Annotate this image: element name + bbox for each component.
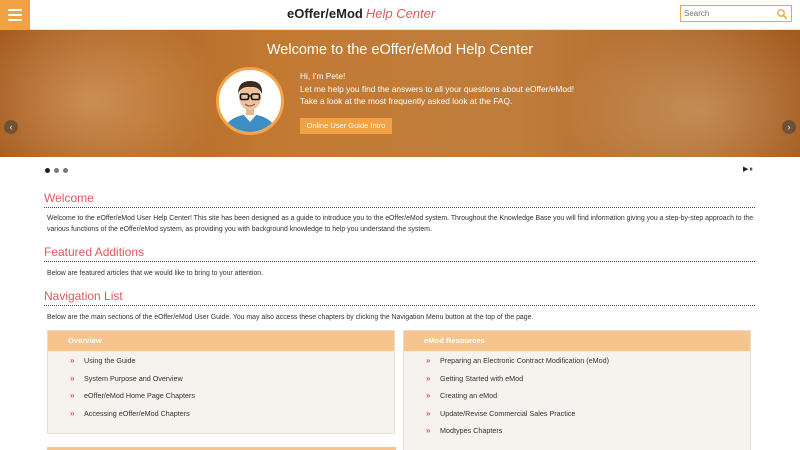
chevron-left-icon: ‹ (9, 122, 13, 132)
bullet-icon: » (426, 408, 431, 418)
featured-text: Below are featured articles that we woul… (47, 270, 264, 277)
list-item[interactable]: » Update/Revise Commercial Sales Practice (404, 405, 750, 423)
emod-resources-list: » Preparing an Electronic Contract Modifi… (404, 351, 750, 440)
bullet-icon: » (70, 373, 75, 383)
bullet-icon: » (70, 408, 75, 418)
list-item[interactable]: » Modtypes Chapters (404, 422, 750, 440)
pete-avatar-image (219, 70, 281, 132)
search-icon[interactable] (776, 8, 788, 20)
carousel-dot-1[interactable] (45, 168, 50, 173)
overview-list: » Using the Guide » System Purpose and Ove… (48, 351, 394, 422)
menu-icon (8, 9, 22, 11)
navigation-text: Below are the main sections of the eOffe… (47, 314, 534, 321)
bullet-icon: » (426, 391, 431, 400)
bullet-icon: » (426, 356, 431, 365)
logo-main: eOffer/eMod (287, 6, 363, 21)
carousel-dot-3[interactable] (63, 168, 68, 173)
carousel-dots (45, 168, 68, 173)
list-item[interactable]: » Using the Guide (48, 352, 394, 370)
menu-button[interactable] (0, 0, 30, 30)
carousel-dot-2[interactable] (54, 168, 59, 173)
navigation-divider (44, 305, 755, 306)
featured-divider (44, 261, 755, 262)
welcome-text: Welcome to the eOffer/eMod User Help Cen… (47, 215, 754, 233)
search-box (680, 5, 792, 22)
emod-resources-panel: eMod Resources » Preparing an Electronic … (403, 330, 751, 450)
site-logo[interactable]: eOffer/eMod Help Center (287, 6, 435, 21)
list-item[interactable]: » Preparing an Electronic Contract Modifi… (404, 352, 750, 370)
bullet-icon: » (426, 373, 431, 383)
overview-panel-title[interactable]: Overview (48, 331, 394, 351)
header: eOffer/eMod Help Center (0, 0, 800, 30)
pete-line-1: Let me help you find the answers to all … (300, 83, 575, 94)
bullet-icon: » (70, 391, 75, 400)
list-item[interactable]: » Accessing eOffer/eMod Chapters (48, 405, 394, 423)
welcome-heading: Welcome (44, 191, 94, 205)
list-item[interactable]: » System Purpose and Overview (48, 370, 394, 388)
bullet-icon: » (426, 426, 431, 435)
hero-banner: Welcome to the eOffer/eMod Help Center H… (0, 30, 800, 157)
search-input[interactable] (684, 7, 774, 20)
chevron-right-icon: › (787, 122, 791, 132)
list-item[interactable]: » eOffer/eMod Home Page Chapters (48, 387, 394, 405)
list-item[interactable]: » Getting Started with eMod (404, 370, 750, 388)
bullet-icon: » (70, 356, 75, 365)
banner-title: Welcome to the eOffer/eMod Help Center (266, 42, 534, 58)
online-user-guide-intro-button[interactable]: Online User Guide Intro (300, 118, 392, 134)
navigation-heading: Navigation List (44, 289, 123, 303)
logo-sub: Help Center (365, 6, 436, 21)
featured-heading: Featured Additions (44, 245, 145, 259)
pete-message: Hi, I'm Pete! Let me help you find the a… (300, 70, 574, 108)
overview-panel: Overview » Using the Guide » System Purpos… (47, 330, 395, 434)
play-pause-icon[interactable]: ▶⏸ (743, 165, 754, 174)
pete-line-2: Take a look at the most frequently asked… (300, 96, 513, 106)
carousel-prev-button[interactable]: ‹ (4, 120, 18, 134)
avatar (216, 67, 284, 135)
emod-resources-panel-title[interactable]: eMod Resources (404, 331, 750, 351)
list-item[interactable]: » Creating an eMod (404, 387, 750, 405)
welcome-divider (44, 207, 755, 208)
carousel-next-button[interactable]: › (782, 120, 796, 134)
pete-greeting: Hi, I'm Pete! (300, 71, 346, 81)
